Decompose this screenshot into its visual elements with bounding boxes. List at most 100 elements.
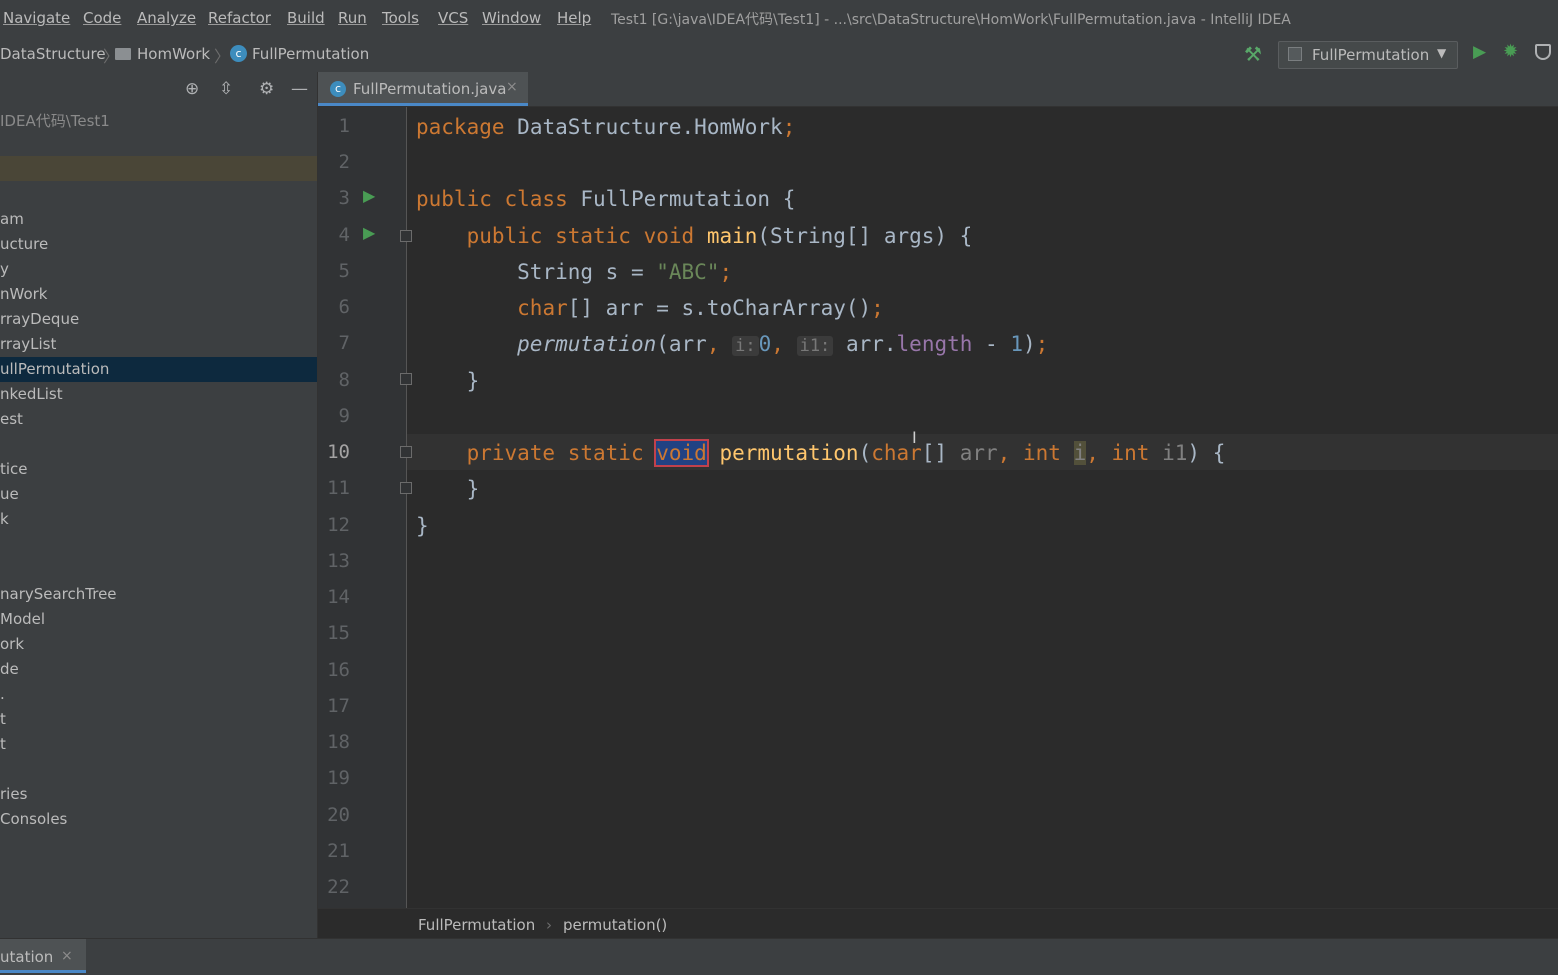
run-config-icon [1288, 47, 1302, 61]
menu-window[interactable]: Window [482, 9, 541, 27]
menu-analyze[interactable]: Analyze [137, 9, 196, 27]
menu-vcs[interactable]: VCS [438, 9, 468, 27]
menu-navigate[interactable]: Navigate [3, 9, 70, 27]
editor-breadcrumb-class[interactable]: FullPermutation [418, 916, 535, 934]
code-line-1: package DataStructure.HomWork; [416, 115, 796, 139]
coverage-icon[interactable] [1535, 44, 1551, 60]
navigation-bar: DataStructure 〉 HomWork 〉 c FullPermutat… [0, 36, 1558, 73]
editor-breadcrumb: FullPermutation › permutation() [318, 908, 1558, 939]
line-number: 16 [327, 659, 350, 681]
close-icon[interactable]: × [506, 79, 518, 95]
tree-item[interactable]: t [0, 732, 317, 757]
tree-item[interactable]: tice [0, 457, 317, 482]
tree-highlight-row[interactable] [0, 156, 317, 181]
mouse-text-cursor-icon: I [912, 428, 917, 447]
tree-item[interactable]: narySearchTree [0, 582, 317, 607]
line-number: 1 [338, 115, 350, 137]
code-line-3: public class FullPermutation { [416, 187, 796, 211]
line-number: 22 [327, 876, 350, 898]
run-icon[interactable]: ▶ [1473, 42, 1486, 62]
tree-item[interactable]: Consoles [0, 807, 317, 832]
project-panel: ⊕ ⇳ ⚙ — IDEA代码\Test1 am ucture y nWork r… [0, 72, 318, 938]
bottom-tool-bar: utation × [0, 938, 1558, 975]
run-config-label: FullPermutation [1312, 46, 1430, 64]
tree-item[interactable]: ue [0, 482, 317, 507]
tree-item[interactable]: y [0, 257, 317, 282]
code-line-8: } [466, 369, 480, 393]
selected-token: void [654, 439, 709, 467]
line-number: 2 [338, 151, 350, 173]
line-number: 5 [338, 260, 350, 282]
breadcrumb-datastructure[interactable]: DataStructure [0, 45, 106, 63]
line-number: 17 [327, 695, 350, 717]
breadcrumb-homwork[interactable]: HomWork [137, 45, 210, 63]
fold-marker-icon[interactable] [400, 230, 412, 242]
tree-item[interactable]: rrayDeque [0, 307, 317, 332]
tree-item[interactable]: de [0, 657, 317, 682]
menu-tools[interactable]: Tools [382, 9, 419, 27]
tree-item[interactable]: . [0, 682, 317, 707]
breadcrumb-separator: › [546, 916, 552, 934]
tree-item[interactable]: rrayList [0, 332, 317, 357]
folder-icon [115, 48, 131, 60]
project-panel-toolbar: ⊕ ⇳ ⚙ — [0, 72, 317, 106]
line-number: 13 [327, 550, 350, 572]
line-number: 20 [327, 804, 350, 826]
menu-refactor[interactable]: Refactor [208, 9, 271, 27]
tree-item[interactable]: am [0, 207, 317, 232]
tree-item[interactable]: ork [0, 632, 317, 657]
line-number: 3 [338, 187, 350, 209]
line-number: 4 [338, 224, 350, 246]
line-number: 6 [338, 296, 350, 318]
debug-bug-icon[interactable]: ✹ [1503, 41, 1518, 62]
tree-item[interactable]: Model [0, 607, 317, 632]
tab-fullpermutation-java[interactable]: c FullPermutation.java × [318, 72, 528, 106]
fold-marker-icon[interactable] [400, 482, 412, 494]
editor-breadcrumb-method[interactable]: permutation() [563, 916, 667, 934]
breadcrumb-fullpermutation[interactable]: FullPermutation [252, 45, 369, 63]
line-number: 10 [327, 441, 350, 463]
code-line-10: private static void permutation(char[] a… [466, 439, 1226, 467]
code-editor[interactable]: 1 2 3 4 5 6 7 8 9 10 11 12 13 14 15 16 1… [318, 107, 1558, 908]
fold-marker-icon[interactable] [400, 373, 412, 385]
line-number: 7 [338, 332, 350, 354]
run-tool-tab[interactable]: utation × [0, 939, 86, 973]
line-number: 19 [327, 767, 350, 789]
minimize-icon[interactable]: — [291, 79, 308, 99]
close-icon[interactable]: × [61, 948, 73, 964]
crosshair-icon[interactable]: ⊕ [185, 79, 199, 99]
tree-item[interactable]: ucture [0, 232, 317, 257]
tree-item[interactable]: ries [0, 782, 317, 807]
menu-bar: Navigate Code Analyze Refactor Build Run… [0, 0, 1558, 36]
editor-tab-bar: c FullPermutation.java × [318, 72, 1558, 107]
code-line-12: } [416, 514, 429, 538]
tree-item[interactable]: nkedList [0, 382, 317, 407]
code-line-4: public static void main(String[] args) { [466, 224, 973, 248]
menu-build[interactable]: Build [287, 9, 325, 27]
tree-item[interactable]: k [0, 507, 317, 532]
menu-run[interactable]: Run [338, 9, 367, 27]
run-class-icon[interactable]: ▶ [363, 186, 375, 205]
tree-item[interactable]: nWork [0, 282, 317, 307]
line-number: 14 [327, 586, 350, 608]
code-line-11: } [466, 477, 480, 501]
run-tool-tab-label: utation [0, 948, 54, 966]
parameter-hint: i: [732, 336, 759, 356]
build-hammer-icon[interactable]: ⚒ [1244, 42, 1262, 66]
tree-item-selected[interactable]: ullPermutation [0, 357, 317, 382]
run-configuration-select[interactable]: FullPermutation ▼ [1278, 41, 1458, 69]
gear-icon[interactable]: ⚙ [259, 79, 274, 99]
code-line-5: String s = "ABC"; [517, 260, 733, 284]
menu-help[interactable]: Help [557, 9, 591, 27]
menu-code[interactable]: Code [83, 9, 121, 27]
tab-label: FullPermutation.java [353, 80, 507, 98]
tree-root-path[interactable]: IDEA代码\Test1 [0, 107, 317, 132]
tree-item[interactable]: est [0, 407, 317, 432]
line-number: 11 [327, 477, 350, 499]
run-main-icon[interactable]: ▶ [363, 223, 375, 242]
collapse-all-icon[interactable]: ⇳ [219, 79, 233, 99]
fold-marker-icon[interactable] [400, 446, 412, 458]
code-line-6: char[] arr = s.toCharArray(); [517, 296, 884, 320]
line-number: 18 [327, 731, 350, 753]
tree-item[interactable]: t [0, 707, 317, 732]
